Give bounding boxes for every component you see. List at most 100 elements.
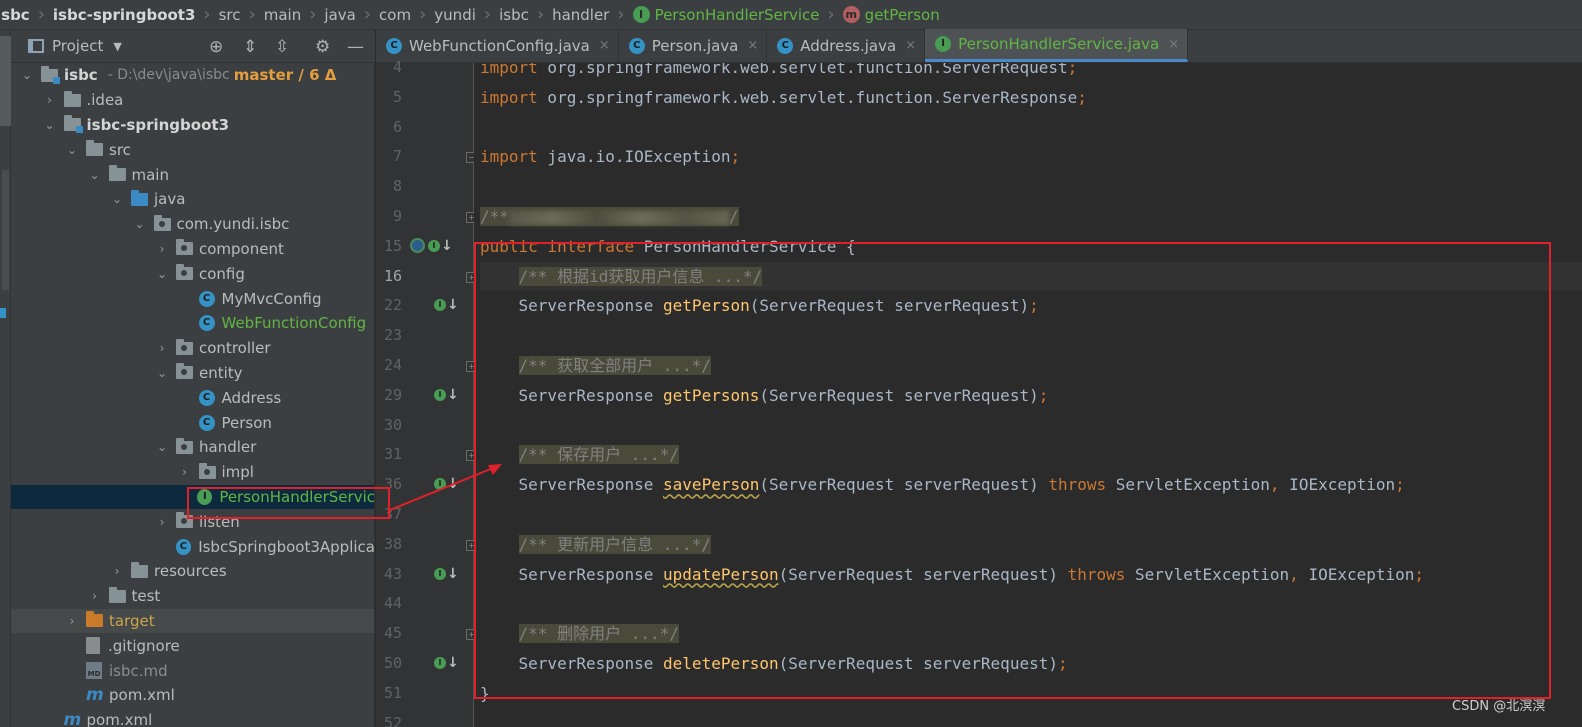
close-icon[interactable]: × xyxy=(599,38,610,53)
locate-icon[interactable]: ⊕ xyxy=(209,37,223,57)
folder-icon xyxy=(108,586,126,603)
chevron-right-icon[interactable]: › xyxy=(154,341,170,355)
tree-item[interactable]: › target xyxy=(11,608,374,634)
code-line[interactable]: import org.springframework.web.servlet.f… xyxy=(480,83,1582,113)
code-line[interactable]: import java.io.IOException; xyxy=(480,142,1582,172)
class-icon: C xyxy=(198,290,215,307)
chevron-down-icon[interactable]: ⌄ xyxy=(154,366,170,380)
tree-item[interactable]: ⌄ entity xyxy=(11,361,374,386)
implemented-icon[interactable]: I↓ xyxy=(434,655,459,671)
breadcrumb-item[interactable]: handler xyxy=(552,0,610,29)
implemented-icon[interactable]: I↓ xyxy=(410,238,453,254)
close-icon[interactable]: × xyxy=(1168,37,1179,52)
editor-tab[interactable]: C Address.java × xyxy=(767,29,926,62)
tree-item[interactable]: ⌄ com.yundi.isbc xyxy=(11,212,374,237)
folder-icon xyxy=(108,165,126,182)
code-line[interactable]: import org.springframework.web.servlet.f… xyxy=(480,63,1582,83)
breadcrumb-item[interactable]: isbc xyxy=(0,0,30,29)
tree-item[interactable]: ⌄ java xyxy=(11,187,374,212)
breadcrumb-item[interactable]: I PersonHandlerService xyxy=(632,0,819,29)
expand-all-icon[interactable]: ⇕ xyxy=(243,37,257,57)
gear-icon[interactable]: ⚙ xyxy=(315,37,330,57)
breadcrumb-label: main xyxy=(263,5,302,24)
project-icon xyxy=(28,39,44,53)
tree-root-path: - D:\dev\java\isbc xyxy=(107,67,230,84)
chevron-down-icon[interactable]: ▼ xyxy=(113,40,121,53)
tree-item[interactable]: m pom.xml xyxy=(11,683,374,708)
breadcrumb-item[interactable]: m getPerson xyxy=(842,0,940,29)
editor-tab[interactable]: C WebFunctionConfig.java × xyxy=(376,29,619,62)
class-icon: C xyxy=(198,414,215,431)
tree-item[interactable]: C Person xyxy=(11,410,374,435)
breadcrumb-item[interactable]: main xyxy=(263,0,302,29)
editor-tab-label: PersonHandlerService.java xyxy=(958,35,1160,53)
line-number: 5 xyxy=(392,87,402,106)
tree-item[interactable]: › component xyxy=(11,237,374,262)
chevron-down-icon[interactable]: ⌄ xyxy=(154,440,170,454)
breadcrumb-item[interactable]: java xyxy=(324,0,355,29)
code-line[interactable] xyxy=(480,172,1582,202)
tree-item[interactable]: ⌄ config xyxy=(11,261,374,286)
interface-icon: I xyxy=(428,239,440,252)
tree-item[interactable]: C IsbcSpringboot3Applica xyxy=(11,534,374,559)
tree-item[interactable]: › .idea xyxy=(11,88,374,113)
spring-bean-icon[interactable] xyxy=(410,238,425,254)
tree-item[interactable]: › controller xyxy=(11,336,374,361)
code-line[interactable] xyxy=(480,709,1582,727)
code-line[interactable]: /** / xyxy=(480,202,1582,232)
editor-tab[interactable]: I PersonHandlerService.java × xyxy=(925,29,1189,62)
breadcrumb-item[interactable]: yundi xyxy=(434,0,476,29)
chevron-down-icon[interactable]: ⌄ xyxy=(19,68,35,82)
tree-item[interactable]: ⌄ src xyxy=(11,137,374,162)
chevron-down-icon[interactable]: ⌄ xyxy=(64,143,80,157)
chevron-right-icon[interactable]: › xyxy=(42,93,58,107)
tree-item[interactable]: C MyMvcConfig xyxy=(11,286,374,311)
collapse-all-icon[interactable]: ⇳ xyxy=(275,37,289,57)
editor-tab[interactable]: C Person.java × xyxy=(619,29,768,62)
tree-item[interactable]: C Address xyxy=(11,385,374,410)
tree-root-isbc[interactable]: ⌄ isbc - D:\dev\java\isbc master / 6 Δ xyxy=(11,63,374,88)
tree-item-label: impl xyxy=(221,463,254,482)
hide-icon[interactable]: — xyxy=(347,37,364,57)
chevron-right-icon[interactable]: › xyxy=(154,515,170,529)
tree-item[interactable]: C WebFunctionConfig xyxy=(11,311,374,336)
class-icon: C xyxy=(198,389,215,406)
tree-root-name: isbc xyxy=(64,66,98,85)
project-tool-tab[interactable] xyxy=(0,36,11,126)
tree-item[interactable]: › resources xyxy=(11,559,374,584)
tree-item[interactable]: m pom.xml xyxy=(11,708,374,727)
chevron-down-icon[interactable]: ⌄ xyxy=(42,118,58,132)
implemented-icon[interactable]: I↓ xyxy=(434,297,459,313)
breadcrumb-item[interactable]: isbc-springboot3 xyxy=(53,0,196,29)
chevron-down-icon[interactable]: ⌄ xyxy=(154,267,170,281)
chevron-down-icon[interactable]: ⌄ xyxy=(109,192,125,206)
chevron-down-icon[interactable]: ⌄ xyxy=(87,168,103,182)
tree-item[interactable]: › impl xyxy=(11,460,374,485)
tree-item[interactable]: MD isbc.md xyxy=(11,658,374,683)
chevron-right-icon[interactable]: › xyxy=(154,242,170,256)
tree-item[interactable]: .gitignore xyxy=(11,633,374,658)
tree-item[interactable]: ⌄ isbc-springboot3 xyxy=(11,113,374,138)
tree-item[interactable]: ⌄ main xyxy=(11,162,374,187)
tree-item[interactable]: › test xyxy=(11,584,374,609)
chevron-down-icon[interactable]: ⌄ xyxy=(132,217,148,231)
close-icon[interactable]: × xyxy=(747,38,758,53)
package-icon xyxy=(176,338,193,355)
chevron-right-icon[interactable]: › xyxy=(177,465,193,479)
implemented-icon[interactable]: I↓ xyxy=(434,387,459,403)
breadcrumb-label: handler xyxy=(552,5,610,24)
explorer-tool-tab[interactable] xyxy=(2,170,9,290)
close-icon[interactable]: × xyxy=(905,38,916,53)
chevron-right-icon[interactable]: › xyxy=(87,589,103,603)
line-number: 38 xyxy=(383,534,402,553)
chevron-right-icon[interactable]: › xyxy=(109,564,125,578)
breadcrumb-item[interactable]: com xyxy=(379,0,411,29)
code-line[interactable] xyxy=(480,113,1582,143)
breadcrumb-item[interactable]: isbc xyxy=(499,0,529,29)
breadcrumb-item[interactable]: src xyxy=(219,0,241,29)
implemented-icon[interactable]: I↓ xyxy=(434,566,459,582)
project-panel-title[interactable]: Project xyxy=(52,37,103,55)
line-number: 50 xyxy=(383,654,402,672)
tree-item[interactable]: ⌄ handler xyxy=(11,435,374,460)
chevron-right-icon[interactable]: › xyxy=(64,614,80,628)
